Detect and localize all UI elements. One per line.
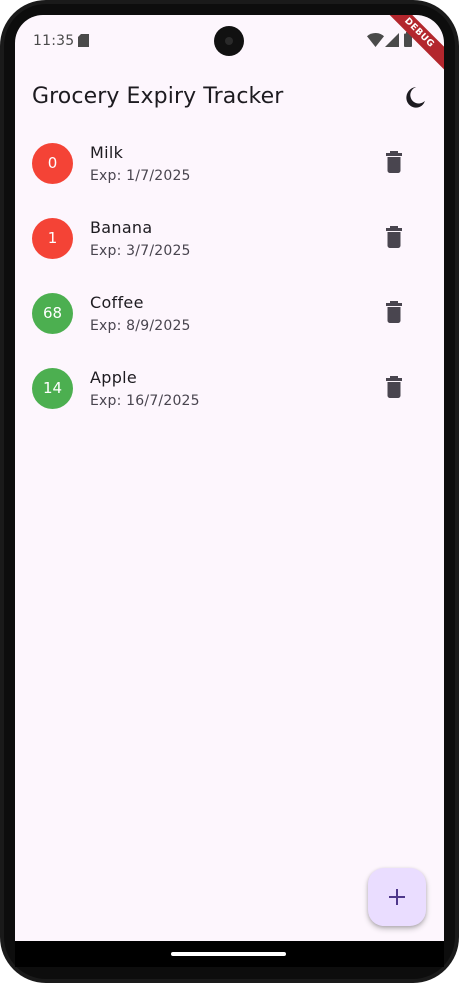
delete-icon[interactable] <box>384 376 404 398</box>
days-left-badge: 0 <box>32 143 73 184</box>
list-item[interactable]: 0 Milk Exp: 1/7/2025 <box>15 127 444 202</box>
days-left-badge: 68 <box>32 293 73 334</box>
app-screen: 11:35 DEBUG Grocery Expiry Tracker 0 Milk… <box>15 15 444 967</box>
item-name: Milk <box>90 143 124 162</box>
page-title: Grocery Expiry Tracker <box>32 84 284 109</box>
item-name: Banana <box>90 218 153 237</box>
days-left-badge: 1 <box>32 218 73 259</box>
days-left-badge: 14 <box>32 368 73 409</box>
app-bar: Grocery Expiry Tracker <box>15 67 444 127</box>
list-item[interactable]: 14 Apple Exp: 16/7/2025 <box>15 352 444 427</box>
cell-signal-icon <box>385 33 399 47</box>
list-item[interactable]: 1 Banana Exp: 3/7/2025 <box>15 202 444 277</box>
dark-mode-moon-icon[interactable] <box>404 85 428 109</box>
sd-card-icon <box>78 34 89 47</box>
add-item-button[interactable] <box>368 868 426 926</box>
wifi-icon <box>367 33 384 47</box>
item-expiry-date: Exp: 3/7/2025 <box>90 243 191 259</box>
delete-icon[interactable] <box>384 301 404 323</box>
grocery-list: 0 Milk Exp: 1/7/2025 1 Banana Exp: 3/7/2025 68… <box>15 127 444 427</box>
front-camera <box>214 26 244 56</box>
delete-icon[interactable] <box>384 226 404 248</box>
home-gesture-handle[interactable] <box>171 952 286 956</box>
status-bar: 11:35 DEBUG <box>15 15 444 78</box>
add-icon <box>389 889 405 905</box>
item-name: Coffee <box>90 293 144 312</box>
delete-icon[interactable] <box>384 151 404 173</box>
item-expiry-date: Exp: 16/7/2025 <box>90 393 200 409</box>
item-expiry-date: Exp: 1/7/2025 <box>90 168 191 184</box>
system-nav-bar <box>15 941 444 967</box>
item-name: Apple <box>90 368 138 387</box>
status-time: 11:35 <box>33 33 75 49</box>
list-item[interactable]: 68 Coffee Exp: 8/9/2025 <box>15 277 444 352</box>
item-expiry-date: Exp: 8/9/2025 <box>90 318 191 334</box>
